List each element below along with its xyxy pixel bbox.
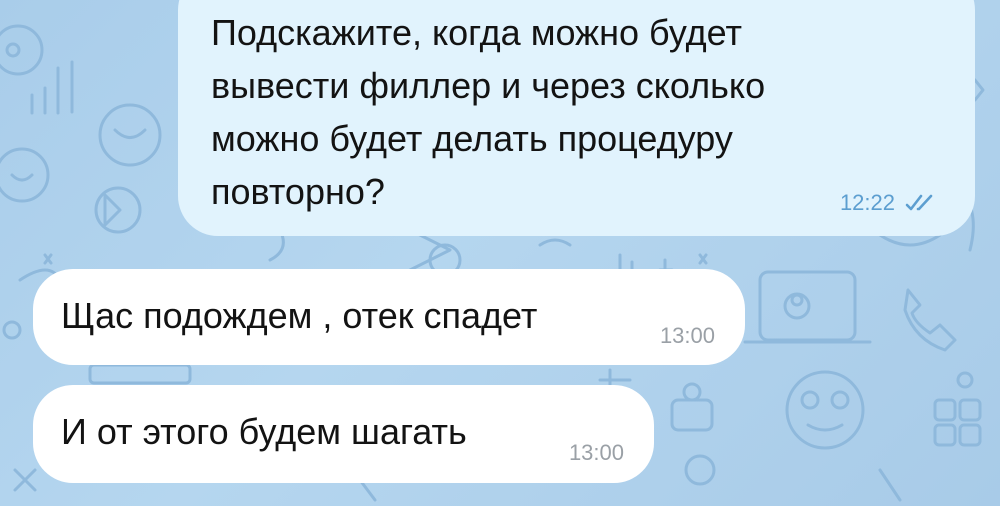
outgoing-message[interactable]: Подскажите, когда можно будет вывести фи… — [178, 0, 975, 236]
message-text: Щас подождем , отек спадет — [61, 295, 538, 336]
message-time: 12:22 — [839, 190, 895, 215]
message-time: 13:00 — [659, 323, 715, 348]
message-text: Подскажите, когда можно будет вывести фи… — [211, 12, 766, 212]
incoming-message[interactable]: И от этого будем шагать 13:00 — [33, 385, 654, 483]
message-text: И от этого будем шагать — [61, 411, 467, 452]
double-check-read-icon — [905, 194, 933, 211]
incoming-message[interactable]: Щас подождем , отек спадет 13:00 — [33, 269, 745, 365]
message-time: 13:00 — [568, 440, 624, 465]
message-meta: 12:22 — [840, 190, 937, 216]
